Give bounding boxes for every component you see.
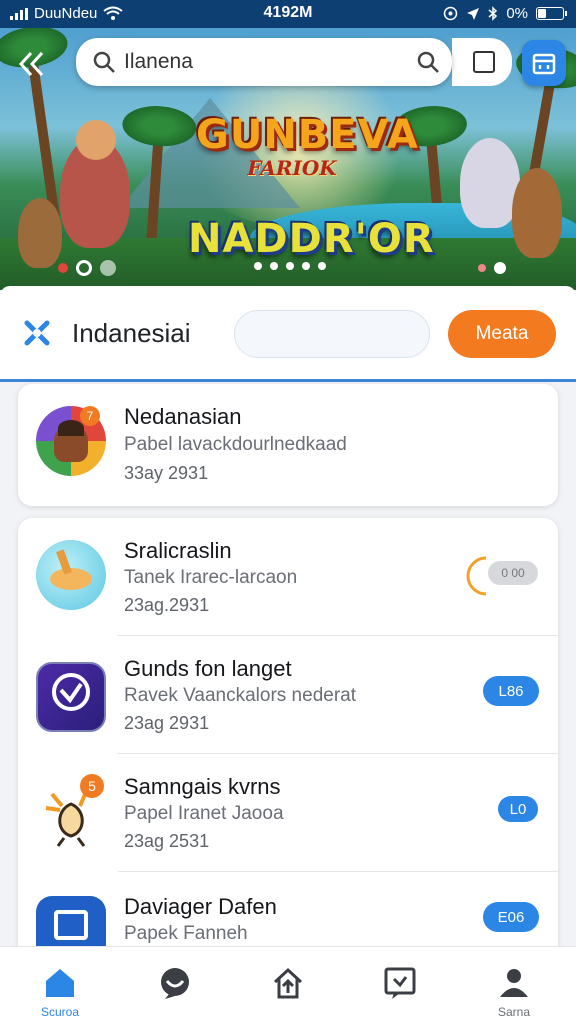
filter-input[interactable]: [234, 310, 430, 358]
carousel-dot[interactable]: [254, 262, 262, 270]
divider: [118, 871, 558, 872]
app-title: Daviager Dafen: [124, 894, 277, 919]
nav-profile-label: Sarna: [497, 1005, 531, 1019]
carousel-dots-left[interactable]: [58, 260, 116, 276]
filter-label: Indanesiai: [72, 318, 191, 348]
app-icon: [36, 662, 106, 732]
app-subtitle: Ravek Vaanckalors nederat: [124, 685, 356, 706]
search-bar[interactable]: [76, 38, 452, 86]
profile-icon: [496, 965, 532, 1001]
carousel-dot[interactable]: [58, 263, 68, 273]
carousel-dot-active[interactable]: [76, 260, 92, 276]
app-title: Sralicraslin: [124, 538, 232, 563]
carousel-dots-right[interactable]: [478, 262, 506, 274]
bluetooth-icon: [488, 6, 498, 21]
search-submit-icon[interactable]: [416, 50, 440, 74]
bottom-nav: Scuroa Sarna: [0, 946, 576, 1024]
banner-character: [18, 198, 62, 268]
list-item[interactable]: Gunds fon langet Ravek Vaanckalors neder…: [18, 636, 558, 754]
carousel-dot[interactable]: [302, 262, 310, 270]
list-item[interactable]: Sralicraslin Tanek Irarec-larcaon 23ag.2…: [18, 518, 558, 636]
app-action-button[interactable]: L0: [498, 796, 538, 822]
featured-title: Nedanasian: [124, 404, 242, 429]
banner-title-main: NADDR'OR: [188, 216, 435, 262]
chat-icon: [157, 965, 193, 1001]
carousel-dot[interactable]: [478, 264, 486, 272]
app-action-button[interactable]: 0 00: [488, 561, 538, 585]
location-circle-icon: [444, 6, 458, 21]
carousel-dot[interactable]: [494, 262, 506, 274]
list-item[interactable]: 5 Samngais kvrns Papel Iranet Jaooa 23ag…: [18, 754, 558, 872]
banner-title-top: GUNBEVA: [196, 112, 419, 158]
app-date: 23ag.2931: [124, 595, 210, 615]
battery-icon: [536, 7, 567, 20]
app-action-button[interactable]: E06: [483, 902, 539, 932]
nav-chat[interactable]: [125, 947, 225, 1024]
carousel-dot[interactable]: [270, 262, 278, 270]
featured-subtitle: Pabel lavackdourlnedkaad: [124, 434, 347, 455]
nav-home[interactable]: Scuroa: [10, 947, 110, 1024]
app-action-button[interactable]: L86: [483, 676, 539, 706]
scan-button[interactable]: [460, 38, 508, 86]
square-icon: [473, 51, 495, 73]
nav-home-label: Scuroa: [40, 1005, 80, 1019]
app-subtitle: Papel Iranet Jaooa: [124, 803, 284, 824]
app-badge: 5: [80, 774, 104, 798]
cart-button[interactable]: [522, 40, 566, 86]
app-date: 23ag 2531: [124, 831, 210, 851]
app-list-card: Sralicraslin Tanek Irarec-larcaon 23ag.2…: [18, 518, 558, 958]
status-right: 0%: [443, 5, 567, 22]
featured-card[interactable]: 7 Nedanasian Pabel lavackdourlnedkaad 33…: [18, 384, 558, 506]
nav-messages[interactable]: [350, 947, 450, 1024]
home-icon: [42, 965, 78, 1001]
banner-character: [512, 168, 562, 258]
navigation-arrow-icon: [467, 7, 480, 20]
carousel-dot[interactable]: [286, 262, 294, 270]
double-chevron-left-icon: [18, 51, 44, 77]
carousel-dot[interactable]: [100, 260, 116, 276]
upload-icon: [270, 965, 306, 1001]
message-icon: [382, 965, 418, 1001]
status-bar: DuuNdeu 4192M 0%: [0, 0, 576, 28]
app-date: 23ag 2931: [124, 713, 210, 733]
app-icon: [36, 540, 106, 610]
app-title: Gunds fon langet: [124, 656, 292, 681]
app-subtitle: Papek Fanneh: [124, 923, 248, 944]
banner-character: [76, 120, 116, 160]
filter-button[interactable]: Meata: [448, 310, 556, 358]
nav-profile[interactable]: Sarna: [464, 947, 564, 1024]
nav-upload[interactable]: [238, 947, 338, 1024]
bag-icon: [532, 53, 556, 75]
banner-title-sub: FARIOK: [247, 156, 337, 180]
banner-character: [460, 138, 520, 228]
carousel-dot[interactable]: [318, 262, 326, 270]
featured-badge: 7: [80, 406, 100, 426]
app-subtitle: Tanek Irarec-larcaon: [124, 567, 298, 588]
filter-row: Indanesiai Meata: [0, 286, 576, 382]
featured-date: 33ay 2931: [124, 463, 209, 483]
back-button[interactable]: [12, 44, 52, 84]
search-input[interactable]: [124, 50, 404, 74]
carousel-dots-center[interactable]: [254, 262, 326, 270]
battery-percent: 0%: [506, 5, 528, 22]
search-icon: [92, 50, 116, 74]
logo-x-icon: [24, 320, 50, 346]
app-title: Samngais kvrns: [124, 774, 281, 799]
